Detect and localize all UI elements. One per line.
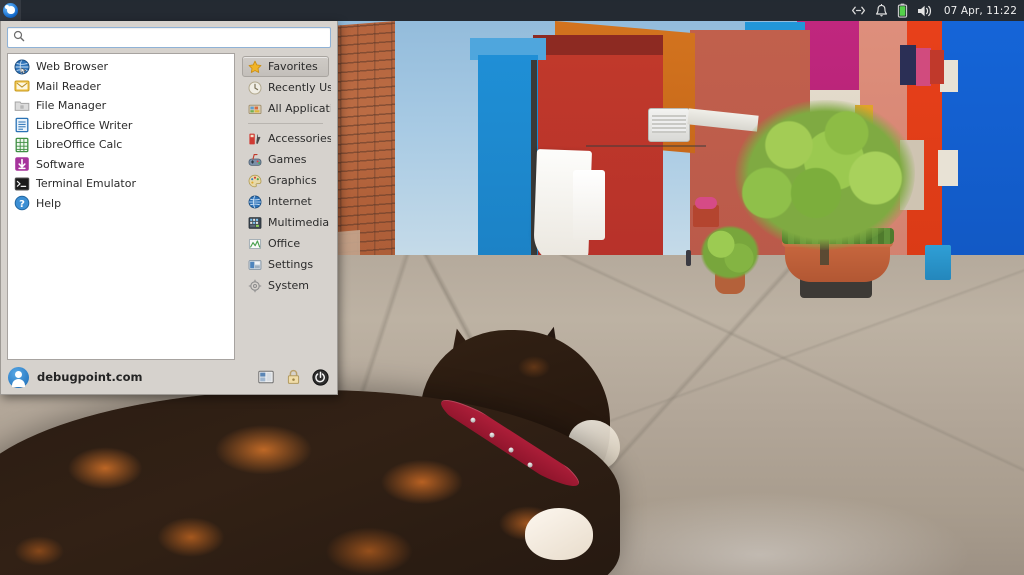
- clock[interactable]: 07 Apr, 11:22: [942, 5, 1017, 17]
- web-browser-icon: [14, 59, 30, 75]
- battery-icon[interactable]: [897, 0, 908, 21]
- search-box[interactable]: [7, 27, 331, 48]
- category-list[interactable]: Favorites Recently Used: [240, 53, 331, 360]
- category-item-label: Graphics: [268, 174, 317, 187]
- app-item-software[interactable]: Software: [8, 155, 234, 175]
- applications-menu: Web Browser Mail Reader: [0, 21, 338, 395]
- app-item-label: Help: [36, 197, 61, 210]
- wallpaper-laundry-item: [916, 48, 931, 86]
- category-item-recently-used[interactable]: Recently Used: [242, 77, 329, 98]
- system-icon: [248, 279, 262, 293]
- menu-body: Web Browser Mail Reader: [1, 53, 337, 360]
- app-item-label: Terminal Emulator: [36, 177, 136, 190]
- category-item-label: Recently Used: [268, 81, 331, 94]
- terminal-icon: [14, 176, 30, 192]
- all-applications-icon: [248, 102, 262, 116]
- app-item-libreoffice-writer[interactable]: LibreOffice Writer: [8, 116, 234, 136]
- app-item-label: File Manager: [36, 99, 106, 112]
- accessories-icon: [248, 132, 262, 146]
- menu-footer: debugpoint.com: [1, 360, 337, 394]
- category-item-label: Favorites: [268, 60, 318, 73]
- cat-paw: [525, 508, 593, 560]
- app-item-label: LibreOffice Writer: [36, 119, 132, 132]
- clock-icon: [248, 81, 262, 95]
- office-icon: [248, 237, 262, 251]
- category-item-system[interactable]: System: [242, 275, 329, 296]
- category-item-label: Office: [268, 237, 300, 250]
- top-panel: 07 Apr, 11:22: [0, 0, 1024, 21]
- category-item-label: Multimedia: [268, 216, 329, 229]
- wallpaper-window: [938, 150, 958, 186]
- lock-screen-button[interactable]: [284, 368, 302, 386]
- category-item-label: All Applications: [268, 102, 331, 115]
- wallpaper-flower-box: [693, 205, 719, 227]
- category-item-label: Accessories: [268, 132, 331, 145]
- mail-reader-icon: [14, 78, 30, 94]
- category-item-label: System: [268, 279, 309, 292]
- category-item-internet[interactable]: Internet: [242, 191, 329, 212]
- category-item-favorites[interactable]: Favorites: [242, 56, 329, 77]
- category-item-accessories[interactable]: Accessories: [242, 128, 329, 149]
- wallpaper-person: [686, 250, 691, 266]
- application-list[interactable]: Web Browser Mail Reader: [7, 53, 235, 360]
- app-item-label: Web Browser: [36, 60, 108, 73]
- volume-speaker-icon[interactable]: [917, 0, 933, 21]
- category-item-multimedia[interactable]: Multimedia: [242, 212, 329, 233]
- app-item-libreoffice-calc[interactable]: LibreOffice Calc: [8, 135, 234, 155]
- network-connection-icon[interactable]: [851, 0, 866, 21]
- search-row: [1, 21, 337, 53]
- category-item-label: Settings: [268, 258, 313, 271]
- category-item-games[interactable]: Games: [242, 149, 329, 170]
- settings-icon: [248, 258, 262, 272]
- system-tray: 07 Apr, 11:22: [851, 0, 1024, 21]
- footer-actions: [257, 368, 329, 386]
- graphics-icon: [248, 174, 262, 188]
- star-icon: [248, 60, 262, 74]
- libreoffice-calc-icon: [14, 137, 30, 153]
- help-icon: ?: [14, 195, 30, 211]
- category-item-settings[interactable]: Settings: [242, 254, 329, 275]
- games-icon: [248, 153, 262, 167]
- file-manager-icon: [14, 98, 30, 114]
- category-item-office[interactable]: Office: [242, 233, 329, 254]
- wallpaper-laundry-item: [900, 45, 916, 85]
- app-item-terminal-emulator[interactable]: Terminal Emulator: [8, 174, 234, 194]
- app-item-label: Software: [36, 158, 85, 171]
- category-separator: [248, 123, 323, 124]
- xfce-mouse-icon: [3, 3, 18, 18]
- user-avatar-icon[interactable]: [8, 367, 29, 388]
- wallpaper-small-bush: [700, 225, 760, 280]
- switch-user-button[interactable]: [257, 368, 275, 386]
- app-item-label: LibreOffice Calc: [36, 138, 122, 151]
- app-item-help[interactable]: ? Help: [8, 194, 234, 214]
- wallpaper-laundry-item: [930, 50, 944, 84]
- multimedia-icon: [248, 216, 262, 230]
- wallpaper-clothesline: [586, 145, 706, 147]
- app-item-label: Mail Reader: [36, 80, 101, 93]
- wallpaper-blue-bin: [925, 245, 951, 280]
- software-icon: [14, 156, 30, 172]
- category-item-all-applications[interactable]: All Applications: [242, 98, 329, 119]
- notification-bell-icon[interactable]: [875, 0, 888, 21]
- svg-text:?: ?: [19, 199, 25, 210]
- internet-icon: [248, 195, 262, 209]
- wallpaper-air-conditioner: [648, 108, 690, 142]
- power-button[interactable]: [311, 368, 329, 386]
- app-item-mail-reader[interactable]: Mail Reader: [8, 77, 234, 97]
- wallpaper-hanging-shirt: [573, 170, 605, 240]
- app-item-file-manager[interactable]: File Manager: [8, 96, 234, 116]
- search-input[interactable]: [25, 31, 325, 44]
- search-icon: [13, 30, 25, 45]
- applications-menu-launcher[interactable]: [0, 0, 21, 21]
- username-label: debugpoint.com: [37, 370, 143, 384]
- libreoffice-writer-icon: [14, 117, 30, 133]
- category-item-label: Internet: [268, 195, 312, 208]
- category-item-label: Games: [268, 153, 306, 166]
- category-item-graphics[interactable]: Graphics: [242, 170, 329, 191]
- desktop-screen: 07 Apr, 11:22: [0, 0, 1024, 575]
- app-item-web-browser[interactable]: Web Browser: [8, 57, 234, 77]
- wallpaper-tree: [735, 100, 915, 250]
